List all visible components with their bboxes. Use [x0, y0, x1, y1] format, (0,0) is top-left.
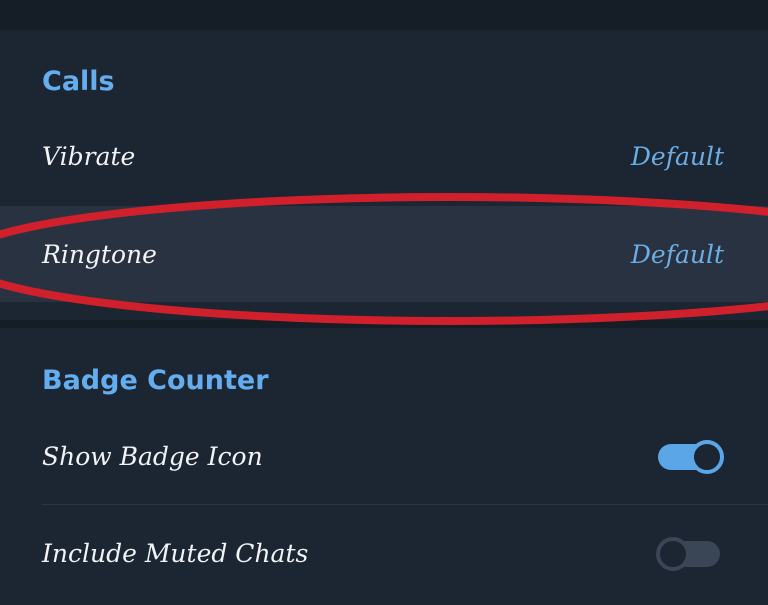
include-muted-chats-row[interactable]: Include Muted Chats: [0, 505, 768, 605]
calls-section: Calls Vibrate Default Ringtone Default: [0, 30, 768, 320]
toggle-knob: [656, 537, 690, 571]
badge-counter-section: Badge Counter Show Badge Icon Include Mu…: [0, 328, 768, 605]
ringtone-label: Ringtone: [42, 240, 157, 269]
badge-counter-section-title: Badge Counter: [42, 365, 269, 396]
include-muted-chats-label: Include Muted Chats: [42, 539, 309, 568]
top-strip: [0, 0, 768, 30]
vibrate-value: Default: [630, 142, 724, 171]
toggle-knob: [690, 440, 724, 474]
vibrate-row[interactable]: Vibrate Default: [0, 130, 768, 206]
show-badge-icon-row[interactable]: Show Badge Icon: [0, 418, 768, 504]
ringtone-row[interactable]: Ringtone Default: [0, 206, 768, 302]
show-badge-icon-label: Show Badge Icon: [42, 442, 263, 471]
ringtone-value: Default: [630, 240, 724, 269]
calls-section-title: Calls: [42, 66, 115, 97]
vibrate-label: Vibrate: [42, 142, 136, 171]
